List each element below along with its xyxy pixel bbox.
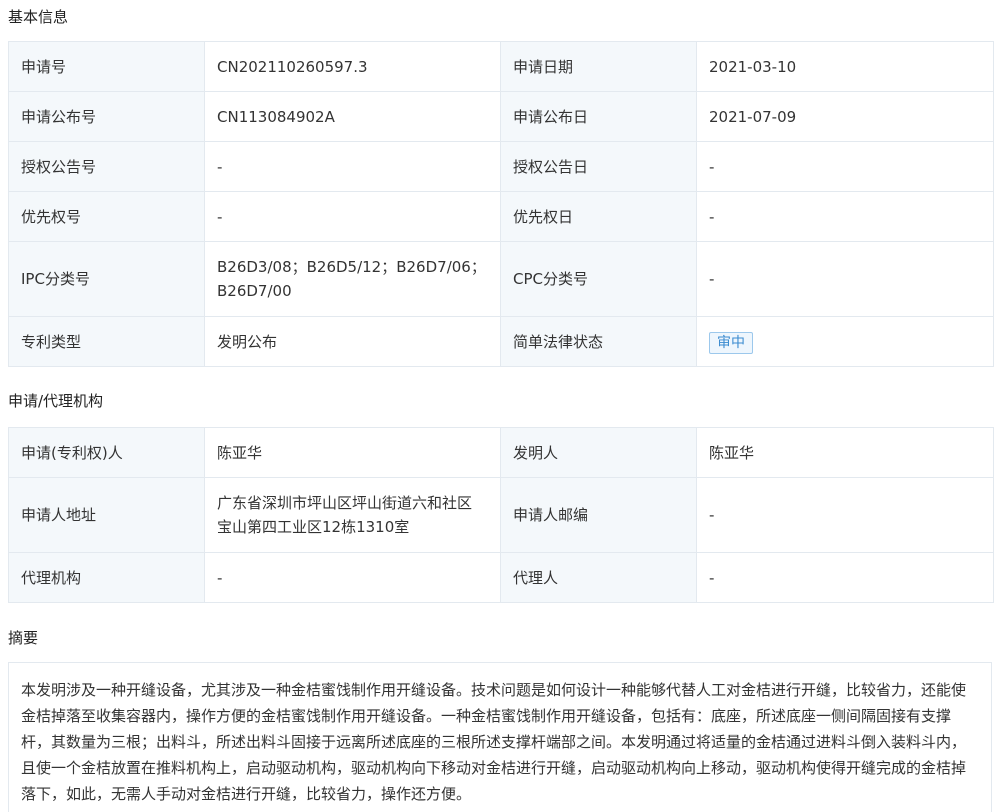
application-date-label: 申请日期 bbox=[500, 41, 697, 92]
priority-number-value: - bbox=[204, 191, 501, 242]
agency-label: 代理机构 bbox=[8, 552, 205, 603]
grant-date-label: 授权公告日 bbox=[500, 141, 697, 192]
abstract-text: 本发明涉及一种开缝设备，尤其涉及一种金桔蜜饯制作用开缝设备。技术问题是如何设计一… bbox=[21, 681, 967, 803]
priority-date-label: 优先权日 bbox=[500, 191, 697, 242]
legal-status-label: 简单法律状态 bbox=[500, 316, 697, 367]
applicant-address-label: 申请人地址 bbox=[8, 477, 205, 553]
table-row: IPC分类号 B26D3/08；B26D5/12；B26D7/06； B26D7… bbox=[8, 241, 994, 317]
priority-date-value: - bbox=[696, 191, 994, 242]
postcode-label: 申请人邮编 bbox=[500, 477, 697, 553]
legal-status-cell: 审中 bbox=[696, 316, 994, 367]
table-row: 代理机构 - 代理人 - bbox=[8, 552, 994, 603]
address-line-2: 宝山第四工业区12栋1310室 bbox=[217, 518, 410, 536]
applicant-label: 申请(专利权)人 bbox=[8, 427, 205, 478]
ipc-label: IPC分类号 bbox=[8, 241, 205, 317]
table-row: 专利类型 发明公布 简单法律状态 审中 bbox=[8, 316, 994, 367]
table-row: 申请公布号 CN113084902A 申请公布日 2021-07-09 bbox=[8, 91, 994, 142]
table-row: 申请人地址 广东省深圳市坪山区坪山街道六和社区 宝山第四工业区12栋1310室 … bbox=[8, 477, 994, 553]
publication-number-value: CN113084902A bbox=[204, 91, 501, 142]
inventor-label: 发明人 bbox=[500, 427, 697, 478]
agency-value: - bbox=[204, 552, 501, 603]
abstract-box: 本发明涉及一种开缝设备，尤其涉及一种金桔蜜饯制作用开缝设备。技术问题是如何设计一… bbox=[8, 662, 992, 812]
table-row: 优先权号 - 优先权日 - bbox=[8, 191, 994, 242]
basic-info-table: 申请号 CN202110260597.3 申请日期 2021-03-10 申请公… bbox=[8, 41, 994, 367]
section-title-agency: 申请/代理机构 bbox=[8, 392, 104, 410]
agent-value: - bbox=[696, 552, 994, 603]
legal-status-badge: 审中 bbox=[709, 331, 753, 354]
cpc-value: - bbox=[696, 241, 994, 317]
grant-number-value: - bbox=[204, 141, 501, 192]
ipc-value-line-1: B26D3/08；B26D5/12；B26D7/06； bbox=[217, 258, 486, 276]
postcode-value: - bbox=[696, 477, 994, 553]
priority-number-label: 优先权号 bbox=[8, 191, 205, 242]
section-title-basic-info: 基本信息 bbox=[8, 8, 69, 26]
patent-type-value: 发明公布 bbox=[204, 316, 501, 367]
table-row: 申请(专利权)人 陈亚华 发明人 陈亚华 bbox=[8, 427, 994, 478]
ipc-value: B26D3/08；B26D5/12；B26D7/06； B26D7/00 bbox=[204, 241, 501, 317]
publication-number-label: 申请公布号 bbox=[8, 91, 205, 142]
applicant-value: 陈亚华 bbox=[204, 427, 501, 478]
table-row: 授权公告号 - 授权公告日 - bbox=[8, 141, 994, 192]
agent-label: 代理人 bbox=[500, 552, 697, 603]
cpc-label: CPC分类号 bbox=[500, 241, 697, 317]
publication-date-label: 申请公布日 bbox=[500, 91, 697, 142]
table-row: 申请号 CN202110260597.3 申请日期 2021-03-10 bbox=[8, 41, 994, 92]
application-date-value: 2021-03-10 bbox=[696, 41, 994, 92]
ipc-value-line-2: B26D7/00 bbox=[217, 282, 292, 300]
grant-date-value: - bbox=[696, 141, 994, 192]
agency-table: 申请(专利权)人 陈亚华 发明人 陈亚华 申请人地址 广东省深圳市坪山区坪山街道… bbox=[8, 427, 994, 603]
application-number-value: CN202110260597.3 bbox=[204, 41, 501, 92]
application-number-label: 申请号 bbox=[8, 41, 205, 92]
publication-date-value: 2021-07-09 bbox=[696, 91, 994, 142]
patent-type-label: 专利类型 bbox=[8, 316, 205, 367]
grant-number-label: 授权公告号 bbox=[8, 141, 205, 192]
section-title-abstract: 摘要 bbox=[8, 629, 39, 647]
inventor-value: 陈亚华 bbox=[696, 427, 994, 478]
applicant-address-value: 广东省深圳市坪山区坪山街道六和社区 宝山第四工业区12栋1310室 bbox=[204, 477, 501, 553]
address-line-1: 广东省深圳市坪山区坪山街道六和社区 bbox=[217, 494, 473, 512]
